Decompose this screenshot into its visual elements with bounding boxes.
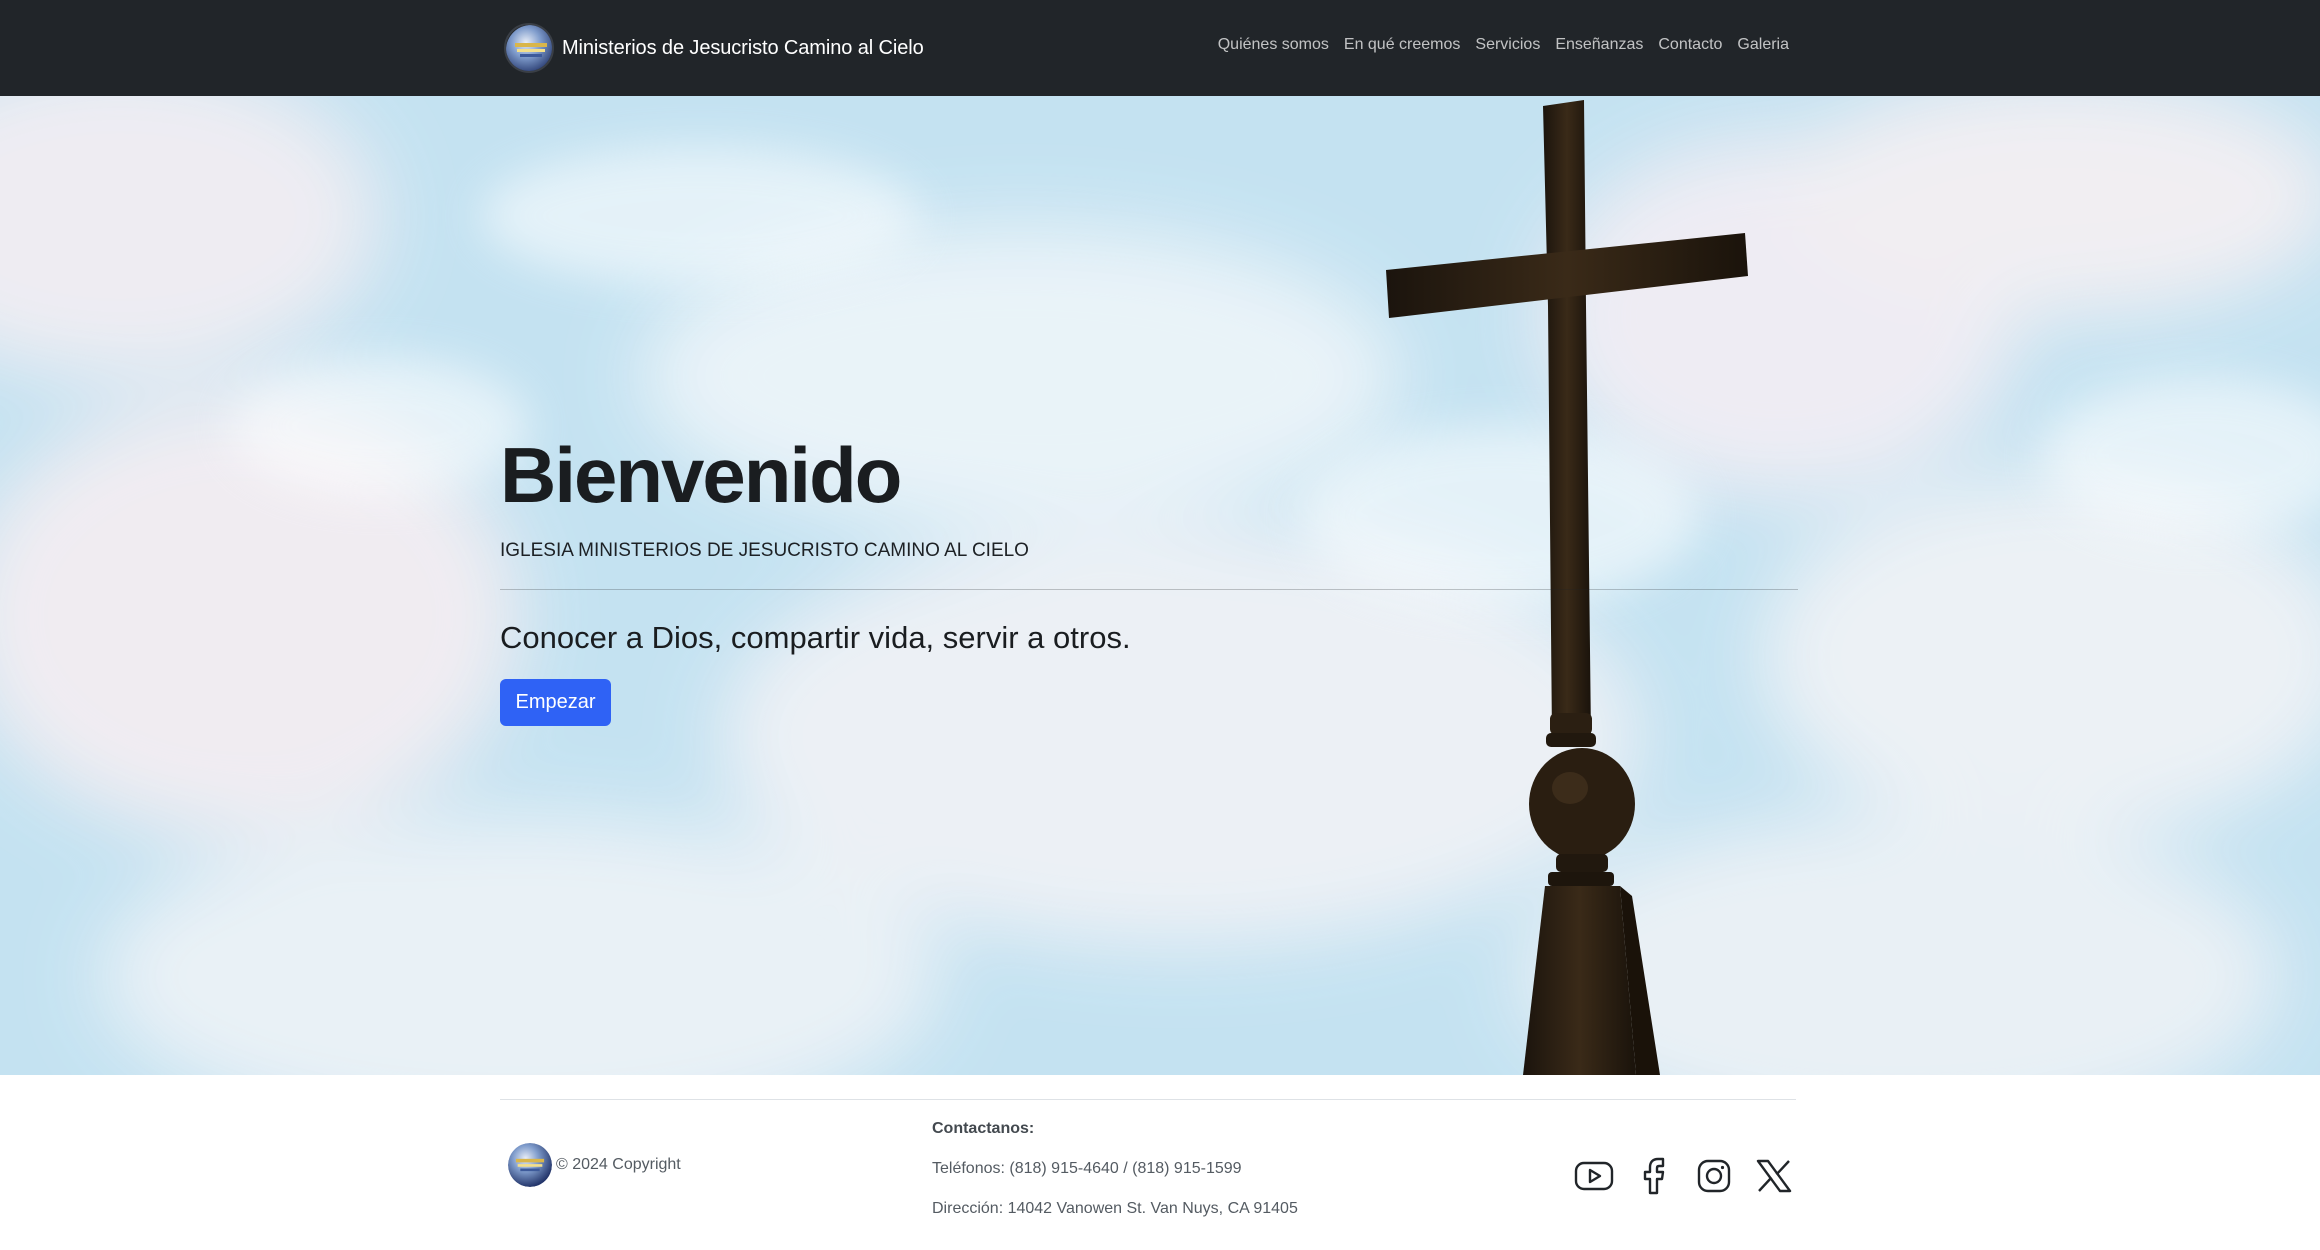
footer-logo-icon[interactable] — [508, 1143, 552, 1187]
hero-title: Bienvenido — [500, 431, 902, 519]
contact-phones: Teléfonos: (818) 915-4640 / (818) 915-15… — [932, 1160, 1242, 1177]
nav-link-contacto[interactable]: Contacto — [1658, 36, 1722, 54]
x-twitter-icon[interactable] — [1752, 1156, 1796, 1196]
footer-contact: Contactanos: Teléfonos: (818) 915-4640 /… — [932, 1118, 1298, 1238]
hero-divider — [500, 589, 1798, 590]
nav-link-quienes-somos[interactable]: Quiénes somos — [1218, 36, 1329, 54]
hero-lead-text: Conocer a Dios, compartir vida, servir a… — [500, 620, 1131, 655]
hero-background-image — [0, 96, 2320, 1075]
nav-link-servicios[interactable]: Servicios — [1475, 36, 1540, 54]
top-navbar: Ministerios de Jesucristo Camino al Ciel… — [0, 0, 2320, 96]
hero-subtitle: IGLESIA MINISTERIOS DE JESUCRISTO CAMINO… — [500, 540, 1029, 561]
footer-brand: © 2024 Copyright — [508, 1143, 681, 1187]
social-links — [1572, 1156, 1796, 1196]
main-nav: Quiénes somos En qué creemos Servicios E… — [1218, 36, 1789, 54]
brand-name: Ministerios de Jesucristo Camino al Ciel… — [562, 36, 924, 59]
hero-section: Bienvenido IGLESIA MINISTERIOS DE JESUCR… — [0, 96, 2320, 1075]
nav-link-galeria[interactable]: Galeria — [1737, 36, 1789, 54]
copyright-text: © 2024 Copyright — [556, 1156, 681, 1173]
facebook-icon[interactable] — [1632, 1156, 1676, 1196]
nav-link-ensenanzas[interactable]: Enseñanzas — [1555, 36, 1643, 54]
brand-link[interactable]: Ministerios de Jesucristo Camino al Ciel… — [504, 21, 924, 75]
footer-divider — [500, 1099, 1796, 1100]
nav-link-en-que-creemos[interactable]: En qué creemos — [1344, 36, 1461, 54]
youtube-icon[interactable] — [1572, 1156, 1616, 1196]
empezar-button[interactable]: Empezar — [500, 679, 611, 726]
instagram-icon[interactable] — [1692, 1156, 1736, 1196]
contact-address: Dirección: 14042 Vanowen St. Van Nuys, C… — [932, 1200, 1298, 1217]
contact-heading: Contactanos: — [932, 1120, 1035, 1137]
church-logo-icon — [504, 23, 554, 73]
